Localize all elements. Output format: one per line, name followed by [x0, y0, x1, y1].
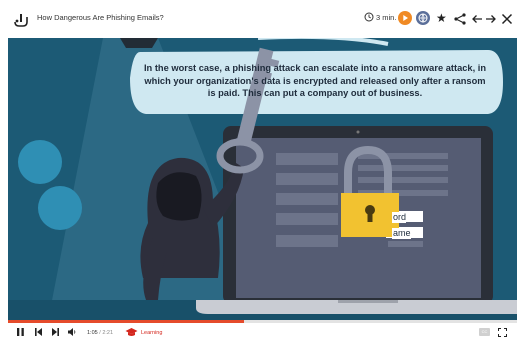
- laptop-field-password: ord: [392, 212, 407, 223]
- captions-button[interactable]: CC: [479, 328, 490, 336]
- duration-label: 3 min.: [376, 12, 397, 22]
- forward-arrow-icon[interactable]: [484, 12, 498, 26]
- skip-back-icon[interactable]: [34, 327, 43, 337]
- laptop-field-username: ame: [392, 228, 411, 239]
- time-display: 1:05 / 2:21: [87, 330, 114, 336]
- decor-circle: [38, 186, 82, 230]
- category-label[interactable]: Learning: [141, 330, 162, 336]
- duration-info: 3 min.: [364, 12, 396, 22]
- lamp-shade: [120, 38, 158, 48]
- play-icon[interactable]: [398, 11, 412, 25]
- header-bar: How Dangerous Are Phishing Emails? 3 min…: [0, 0, 517, 40]
- player-page: How Dangerous Are Phishing Emails? 3 min…: [0, 0, 517, 339]
- close-icon[interactable]: [500, 12, 514, 26]
- decor-circle: [18, 140, 62, 184]
- total-time: 2:21: [102, 330, 114, 336]
- skip-forward-icon[interactable]: [51, 327, 60, 337]
- language-globe-icon[interactable]: [416, 11, 430, 25]
- volume-icon[interactable]: [67, 327, 77, 337]
- page-title: How Dangerous Are Phishing Emails?: [37, 13, 164, 22]
- video-frame[interactable]: In the worst case, a phishing attack can…: [8, 38, 517, 321]
- video-caption: In the worst case, a phishing attack can…: [143, 63, 487, 98]
- graduation-cap-icon: [125, 328, 138, 336]
- pause-icon[interactable]: [16, 327, 25, 337]
- current-time: 1:05: [87, 330, 98, 336]
- share-icon[interactable]: [453, 12, 467, 26]
- back-arrow-icon[interactable]: [470, 12, 484, 26]
- favorite-star-icon[interactable]: ★: [436, 12, 450, 26]
- fullscreen-icon[interactable]: [498, 328, 507, 337]
- app-logo-icon: [14, 14, 28, 27]
- clock-icon: [364, 12, 374, 22]
- player-controls: 1:05 / 2:21 Learning CC: [0, 323, 517, 339]
